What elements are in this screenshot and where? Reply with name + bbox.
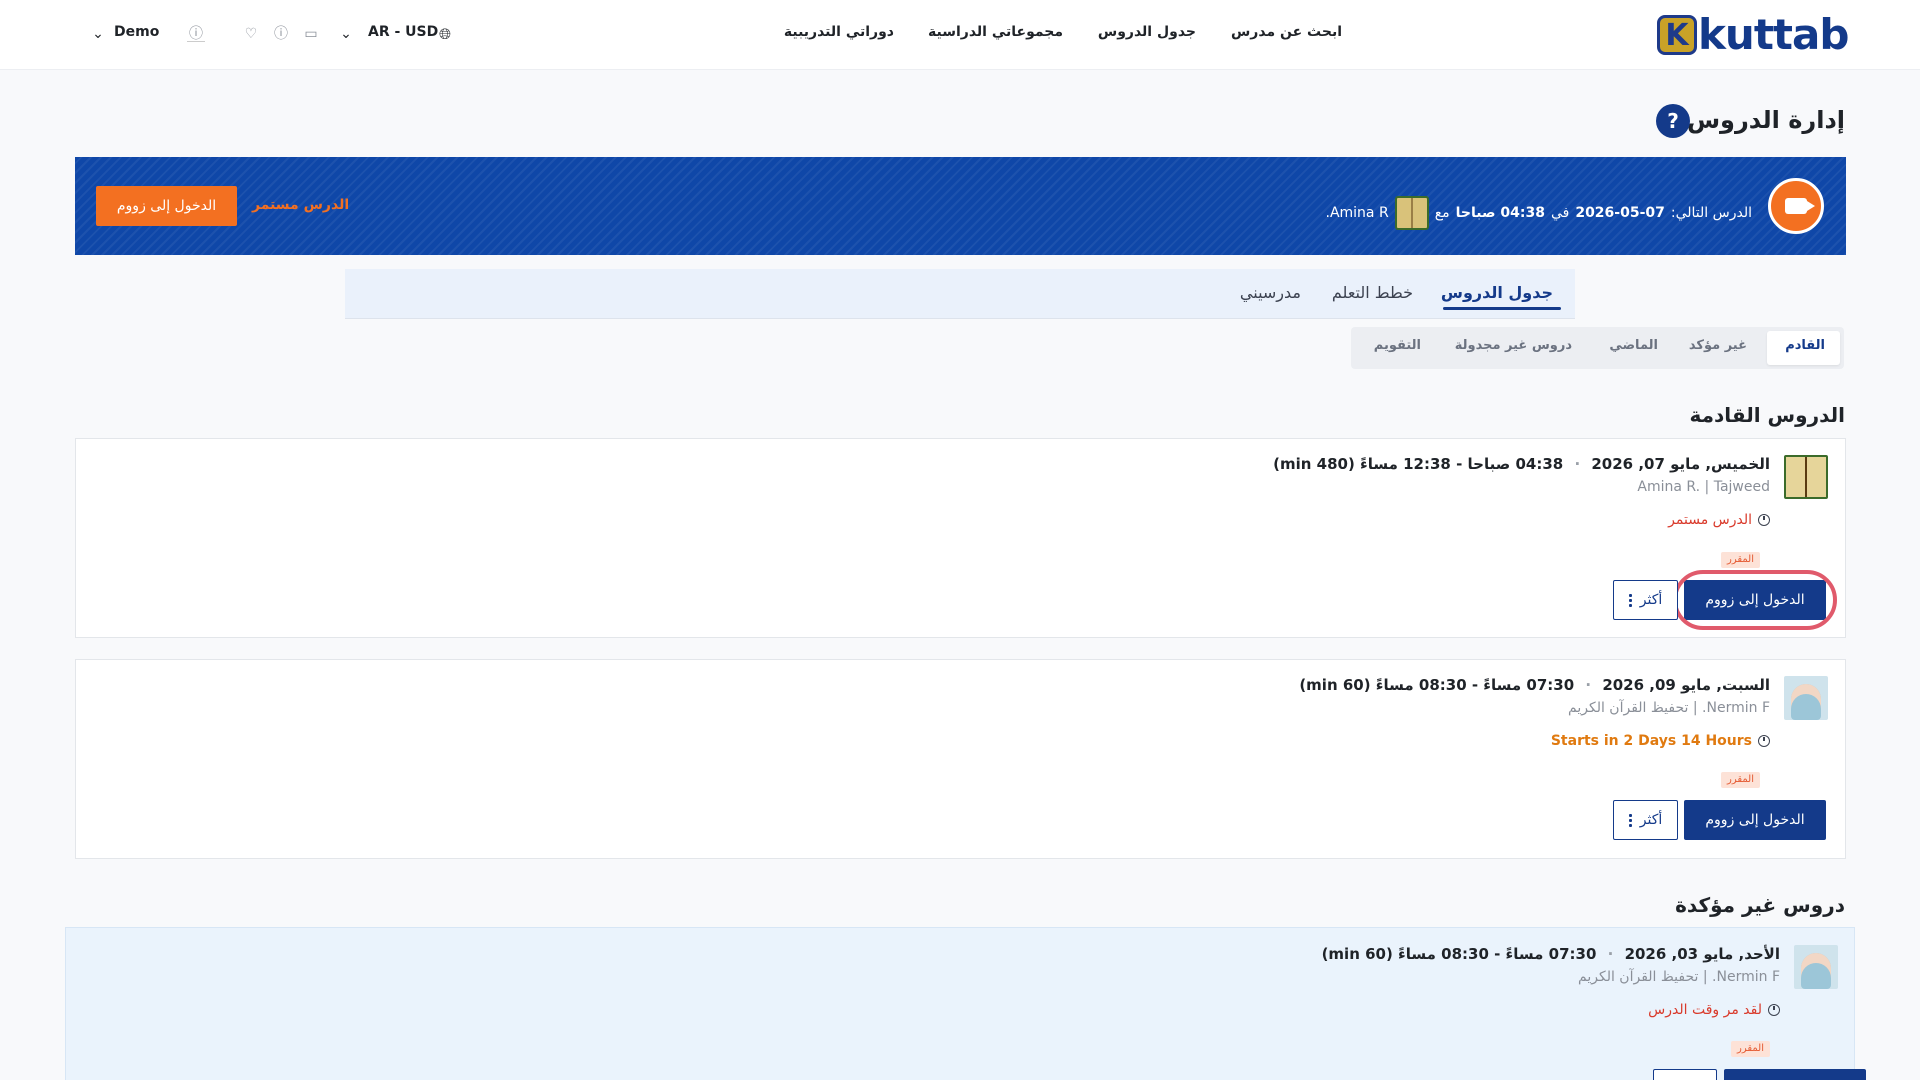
lesson-status-text: Starts in 2 Days 14 Hours [1550, 733, 1752, 749]
next-lesson-at: في [1550, 205, 1570, 221]
lesson-teacher-course: Amina R. | Tajweed [1637, 479, 1770, 495]
tab-learning-plans[interactable]: خطط التعلم [1332, 283, 1413, 302]
status-badge: المقرر [1720, 552, 1760, 568]
more-label: أكثر [1639, 812, 1663, 828]
chevron-down-icon[interactable]: ⌄ [338, 26, 354, 42]
status-badge: المقرر [1730, 1041, 1770, 1057]
clock-icon [1758, 735, 1770, 747]
tab-my-teachers[interactable]: مدرسيني [1240, 283, 1301, 302]
subtab-unscheduled[interactable]: دروس غير مجدولة [1455, 338, 1572, 353]
banner-join-zoom-button[interactable]: الدخول إلى زووم [96, 186, 237, 226]
unconfirmed-section-title: دروس غير مؤكدة [1675, 893, 1845, 917]
teacher-avatar [1794, 945, 1838, 989]
logo-badge: K [1657, 15, 1697, 55]
subtab-unconfirmed[interactable]: غير مؤكد [1689, 338, 1747, 353]
lesson-status: لقد مر وقت الدرس [1648, 1002, 1780, 1018]
more-button[interactable]: أكثر [1613, 580, 1678, 620]
join-zoom-button-partial[interactable] [1724, 1069, 1866, 1080]
kuttab-logo[interactable]: K kuttab [1657, 10, 1849, 59]
lesson-status-text: الدرس مستمر [1668, 512, 1752, 528]
user-chevron-down-icon[interactable]: ⌄ [90, 26, 106, 42]
heart-icon[interactable]: ♡ [243, 26, 259, 42]
nav-find-teacher[interactable]: ابحث عن مدرس [1231, 24, 1342, 40]
lesson-date: الأحد, مايو 03, 2026 [1624, 945, 1780, 963]
lesson-datetime: السبت, مايو 09, 2026 · 07:30 مساءً - 08:… [1299, 676, 1770, 694]
logo-text: kuttab [1698, 10, 1849, 59]
next-lesson-info: الدرس التالي: 2026-05-07 في 04:38 صباحا … [1325, 196, 1752, 230]
lesson-time: 04:38 صباحا - 12:38 مساءً (480 min) [1273, 455, 1564, 473]
upcoming-section-title: الدروس القادمة [1689, 403, 1845, 427]
next-lesson-prefix: الدرس التالي: [1670, 205, 1752, 221]
tab-lesson-schedule[interactable]: جدول الدروس [1441, 283, 1553, 302]
clock-icon [1768, 1004, 1780, 1016]
teacher-avatar [1784, 455, 1828, 499]
subtab-past[interactable]: الماضي [1609, 338, 1658, 353]
teacher-avatar [1784, 676, 1828, 720]
more-vertical-icon [1628, 813, 1632, 827]
separator-dot: · [1585, 676, 1592, 694]
globe-icon[interactable]: 🌐︎ [437, 26, 453, 42]
lesson-date: السبت, مايو 09, 2026 [1602, 676, 1770, 694]
next-lesson-date: 2026-05-07 [1575, 205, 1665, 221]
lesson-datetime: الخميس, مايو 07, 2026 · 04:38 صباحا - 12… [1273, 455, 1770, 473]
more-button[interactable]: أكثر [1613, 800, 1678, 840]
lesson-time: 07:30 مساءً - 08:30 مساءً (60 min) [1321, 945, 1597, 963]
user-menu[interactable]: Demo [114, 24, 159, 40]
teacher-thumbnail [1394, 196, 1429, 230]
help-circle-icon[interactable]: ⓘ [273, 26, 289, 42]
lesson-teacher-course: Nermin F. | تحفيظ القرآن الكريم [1578, 969, 1780, 985]
lesson-datetime: الأحد, مايو 03, 2026 · 07:30 مساءً - 08:… [1322, 945, 1780, 963]
lesson-status-text: لقد مر وقت الدرس [1648, 1002, 1762, 1018]
currency-selector[interactable]: AR - USD [368, 24, 438, 40]
page-title: إدارة الدروس [1686, 106, 1845, 134]
next-lesson-time: 04:38 صباحا [1455, 205, 1545, 221]
separator-dot: · [1574, 455, 1581, 473]
next-lesson-with: مع [1434, 205, 1450, 221]
lesson-live-status: الدرس مستمر [252, 197, 350, 213]
nav-study-groups[interactable]: مجموعاتي الدراسية [928, 24, 1063, 40]
subtab-calendar[interactable]: التقويم [1374, 338, 1421, 353]
video-camera-icon [1768, 178, 1824, 234]
subtab-upcoming[interactable]: القادم [1785, 338, 1825, 353]
next-lesson-teacher: Amina R. [1325, 205, 1389, 221]
lesson-teacher-course: Nermin F. | تحفيظ القرآن الكريم [1568, 700, 1770, 716]
help-icon[interactable]: ? [1656, 104, 1690, 138]
info-icon[interactable]: ⓘ [187, 26, 205, 42]
nav-lesson-schedule[interactable]: جدول الدروس [1098, 24, 1196, 40]
highlight-ring [1673, 570, 1837, 630]
more-button-partial[interactable] [1653, 1069, 1717, 1080]
lesson-time: 07:30 مساءً - 08:30 مساءً (60 min) [1299, 676, 1575, 694]
more-vertical-icon [1628, 593, 1632, 607]
chat-icon[interactable]: ▭ [303, 26, 319, 42]
lesson-status: Starts in 2 Days 14 Hours [1551, 733, 1770, 749]
lesson-status: الدرس مستمر [1668, 512, 1770, 528]
more-label: أكثر [1639, 592, 1663, 608]
status-badge: المقرر [1720, 772, 1760, 788]
active-tab-underline [1443, 307, 1561, 310]
clock-icon [1758, 514, 1770, 526]
nav-my-courses[interactable]: دوراتي التدريبية [784, 24, 894, 40]
separator-dot: · [1607, 945, 1614, 963]
lesson-date: الخميس, مايو 07, 2026 [1591, 455, 1770, 473]
join-zoom-button[interactable]: الدخول إلى زووم [1684, 800, 1826, 840]
